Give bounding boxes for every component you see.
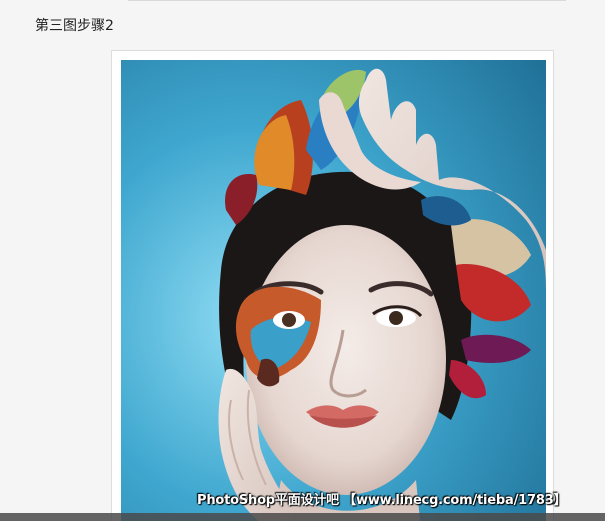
watermark-text: PhotoShop平面设计吧 【www.linecg.com/tieba/178… [197, 493, 567, 508]
page: 第三图步骤2 PhotoShop平面设计吧 【www.linecg.com/ti… [0, 0, 605, 521]
butterfly-portrait-photo[interactable] [121, 60, 546, 521]
top-divider [128, 0, 566, 1]
bottom-bar [0, 513, 605, 521]
portrait-image [121, 60, 546, 521]
step-title: 第三图步骤2 [35, 18, 114, 34]
